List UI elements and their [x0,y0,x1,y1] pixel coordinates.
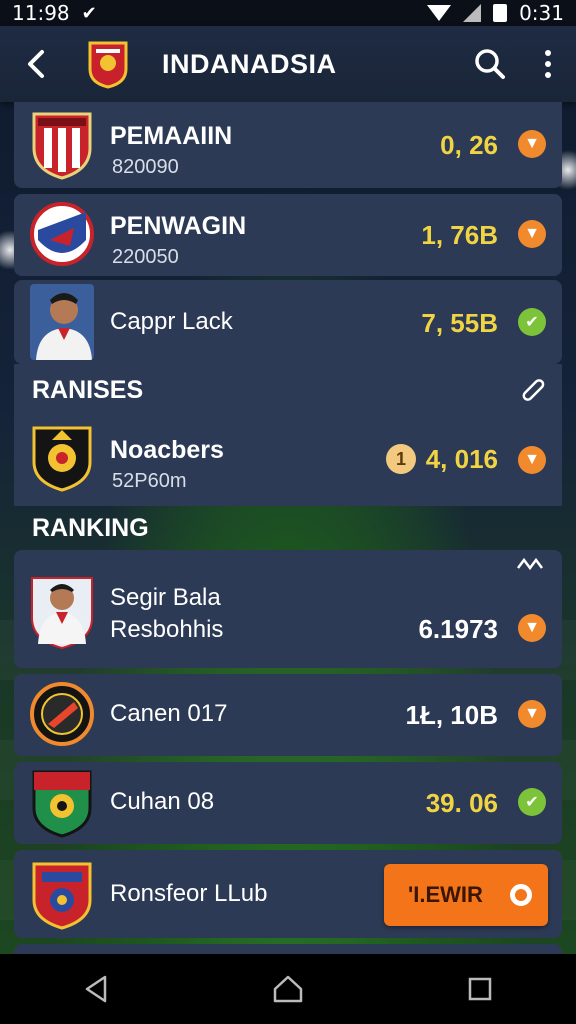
list-item[interactable]: Cappr Lack 7, 55B ✔ [14,280,562,364]
club-crest-logo [88,41,128,89]
search-icon [475,49,505,79]
club-crest-icon [32,112,92,180]
page-title: INDANADSIA [162,48,337,79]
search-button[interactable] [470,44,510,84]
item-value: 4, 016 [425,444,498,474]
item-value: 6.1973 [418,614,498,644]
club-crest-icon [30,682,94,746]
more-vert-icon [545,50,551,56]
item-value: 39. 06 [425,788,498,818]
check-badge-icon[interactable]: ✔ [518,788,546,816]
square-recents-icon [468,977,492,1001]
item-name-secondary: Resbohhis [110,616,224,643]
section-title-ranking: RANKING [32,514,149,542]
item-name: Noacbers [110,436,224,464]
item-name: Ronsfeor LLub [110,880,268,907]
status-clock: 0:31 [519,1,564,25]
status-bar: 11:98 ✔︎ 0:31 [0,0,576,26]
item-value: 1Ł, 10B [405,700,499,730]
club-crest-icon [32,426,92,492]
chevron-down-badge-icon[interactable]: ▼ [518,700,546,728]
chevron-left-icon [28,50,44,78]
status-time: 11:98 [12,1,70,25]
item-value: 1, 76B [421,220,498,250]
item-value: 0, 26 [440,130,498,160]
item-sub: 52P60m [112,470,187,492]
chevron-down-badge-icon[interactable]: ▼ [518,614,546,642]
item-name: Canen 017 [110,700,228,727]
chevron-down-badge-icon[interactable]: ▼ [518,220,546,248]
trend-icon [517,557,543,571]
item-name: Cappr Lack [110,308,233,335]
item-value: 7, 55B [421,308,498,338]
triangle-back-icon [85,975,107,1003]
player-photo [30,284,94,360]
club-crest-icon [32,862,92,930]
list-item[interactable]: Segir Bala Resbohhis 6.1973 ▼ [14,550,562,668]
more-options-button[interactable] [538,44,558,84]
player-photo [31,577,93,650]
chevron-down-badge-icon[interactable]: ▼ [518,130,546,158]
coin-icon: 1 [386,444,416,474]
list-item-partial[interactable] [14,944,562,954]
system-nav-bar [0,954,576,1024]
item-name: PENWAGIN [110,212,247,240]
item-name: PEMAAIIN [110,122,233,150]
cta-button[interactable]: 'I.EWIR [384,864,548,926]
item-sub: 820090 [112,156,179,178]
item-name: Cuhan 08 [110,788,215,815]
list-item[interactable]: Cuhan 08 39. 06 ✔ [14,762,562,844]
item-name: Segir Bala [110,584,221,611]
section-title-ranises: RANISES [32,376,144,404]
list-item[interactable]: Noacbers 52P60m 1 4, 016 ▼ [14,420,562,506]
list-item[interactable]: Ronsfeor LLub 'I.EWIR [14,850,562,938]
edit-icon[interactable] [518,376,546,404]
check-badge-icon[interactable]: ✔ [518,308,546,336]
list-item[interactable]: Canen 017 1Ł, 10B ▼ [14,674,562,756]
chevron-down-badge-icon[interactable]: ▼ [518,446,546,474]
signal-icon [463,4,482,22]
nav-back-button[interactable] [66,959,126,1019]
content-list: PEMAAIIN 820090 0, 26 ▼ PENWAGIN 220050 … [14,102,562,954]
vodafone-icon: ✔︎ [81,2,97,24]
item-sub: 220050 [112,246,179,268]
nav-home-button[interactable] [258,959,318,1019]
list-item[interactable]: PEMAAIIN 820090 0, 26 ▼ [14,102,562,188]
app-bar: INDANADSIA [0,26,576,102]
nav-recents-button[interactable] [450,959,510,1019]
home-icon [273,975,303,1003]
battery-icon [493,4,508,22]
cta-label: 'I.EWIR [408,882,483,907]
list-item[interactable]: PENWAGIN 220050 1, 76B ▼ [14,194,562,276]
wifi-icon [427,5,452,21]
circle-icon [510,884,532,906]
club-crest-icon [30,202,94,266]
club-crest-icon [32,770,92,838]
back-button[interactable] [18,46,54,82]
